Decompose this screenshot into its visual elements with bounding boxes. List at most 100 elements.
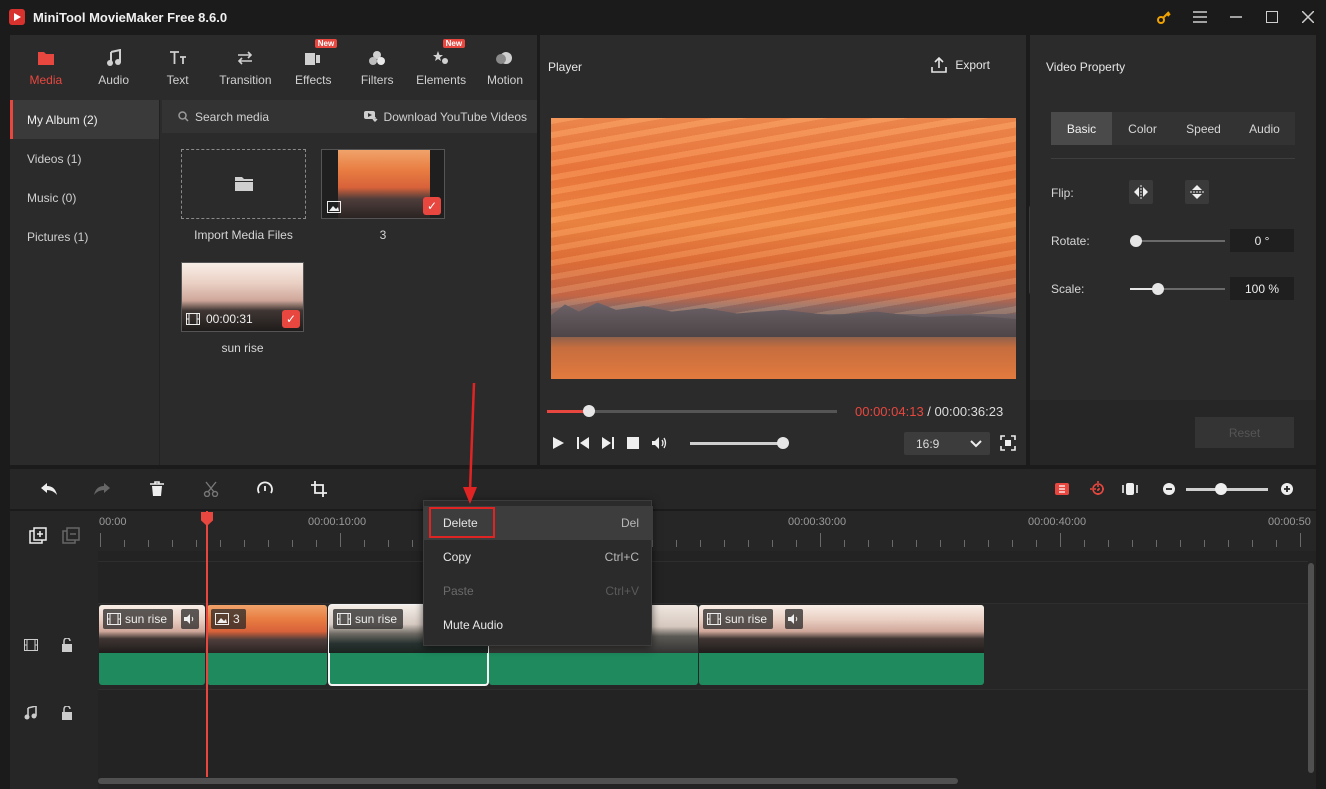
tab-speed[interactable]: Speed (1173, 112, 1234, 145)
ruler-tick (100, 533, 101, 547)
fit-timeline-icon (1122, 483, 1138, 495)
tab-motion[interactable]: Motion (473, 35, 537, 98)
export-icon (931, 57, 948, 73)
import-media-tile[interactable]: Import Media Files (181, 149, 306, 242)
ruler-tick (1276, 540, 1277, 547)
aspect-ratio-select[interactable]: 16:9 (904, 432, 990, 455)
tab-media[interactable]: Media (10, 35, 82, 98)
menu-item-paste[interactable]: Paste Ctrl+V (424, 574, 653, 608)
filters-icon (368, 47, 386, 69)
tab-label: Transition (219, 72, 272, 87)
playback-progress-bar[interactable] (547, 405, 837, 417)
volume-slider[interactable] (690, 442, 782, 445)
zoom-in-button[interactable] (1277, 479, 1297, 499)
tab-color[interactable]: Color (1112, 112, 1173, 145)
menu-item-copy[interactable]: Copy Ctrl+C (424, 540, 653, 574)
reset-button[interactable]: Reset (1195, 417, 1294, 448)
minimize-icon[interactable] (1218, 0, 1254, 34)
tab-audio[interactable]: Audio (1234, 112, 1295, 145)
menu-item-mute-audio[interactable]: Mute Audio (424, 608, 653, 642)
add-track-icon[interactable] (29, 527, 47, 545)
rotate-slider[interactable] (1130, 240, 1225, 242)
snap-button[interactable] (1052, 479, 1072, 499)
menu-item-shortcut: Ctrl+V (605, 584, 639, 598)
flip-vertical-button[interactable] (1185, 180, 1209, 204)
tab-effects[interactable]: Effects New (281, 35, 345, 98)
previous-frame-icon[interactable] (576, 436, 590, 450)
zoom-out-button[interactable] (1159, 479, 1179, 499)
horizontal-scrollbar[interactable] (98, 778, 958, 784)
tab-text[interactable]: Text (146, 35, 210, 98)
tab-basic[interactable]: Basic (1051, 112, 1112, 145)
delete-button[interactable] (147, 479, 167, 499)
fullscreen-icon[interactable] (1000, 435, 1016, 451)
media-item-video[interactable]: 00:00:31 ✓ sun rise (181, 262, 304, 355)
flip-horizontal-button[interactable] (1129, 180, 1153, 204)
app-title: MiniTool MovieMaker Free 8.6.0 (33, 9, 228, 25)
play-icon[interactable] (551, 436, 565, 450)
folder-icon (37, 47, 55, 69)
import-media-label: Import Media Files (194, 228, 293, 242)
timeline-clip[interactable]: 3 (207, 605, 327, 685)
unlock-icon[interactable] (61, 706, 73, 720)
tab-elements[interactable]: Elements New (409, 35, 473, 98)
tab-transition[interactable]: Transition (210, 35, 282, 98)
annotation-arrow-icon (463, 383, 477, 504)
download-youtube-button[interactable]: Download YouTube Videos (363, 110, 527, 124)
clip-audio-badge (785, 609, 803, 629)
folder-icon (234, 177, 253, 191)
split-audio-button[interactable] (1088, 479, 1108, 499)
tab-audio[interactable]: Audio (82, 35, 146, 98)
media-toolbar: Search media Download YouTube Videos (162, 100, 537, 133)
next-frame-icon[interactable] (601, 436, 615, 450)
export-button[interactable]: Export (931, 57, 990, 73)
volume-knob[interactable] (777, 437, 789, 449)
speed-button[interactable] (255, 479, 275, 499)
stop-icon[interactable] (626, 436, 640, 450)
zoom-slider[interactable] (1186, 488, 1268, 491)
album-item-music[interactable]: Music (0) (10, 178, 159, 217)
time-ruler[interactable]: 00:00 00:00:10:00 00:00:30:00 00:00:40:0… (98, 511, 1316, 551)
video-duration: 00:00:31 (206, 312, 253, 326)
rotate-slider-knob[interactable] (1130, 235, 1142, 247)
volume-icon[interactable] (651, 436, 669, 450)
media-thumbnail[interactable]: ✓ (321, 149, 445, 219)
zoom-slider-knob[interactable] (1215, 483, 1227, 495)
key-icon[interactable] (1146, 0, 1182, 34)
rotate-value[interactable]: 0 ° (1230, 229, 1294, 252)
playback-controls (551, 433, 669, 453)
menu-icon[interactable] (1182, 0, 1218, 34)
tab-filters[interactable]: Filters (345, 35, 409, 98)
ruler-tick (1252, 540, 1253, 547)
media-thumbnail[interactable]: 00:00:31 ✓ (181, 262, 304, 332)
crop-button[interactable] (309, 479, 329, 499)
clip-label: sun rise (103, 609, 174, 629)
timeline-clip[interactable]: sun rise (99, 605, 205, 685)
new-badge: New (442, 39, 466, 48)
progress-knob[interactable] (583, 405, 595, 417)
maximize-icon[interactable] (1254, 0, 1290, 34)
close-icon[interactable] (1290, 0, 1326, 34)
scale-slider-knob[interactable] (1152, 283, 1164, 295)
undo-button[interactable] (39, 479, 59, 499)
playhead[interactable] (206, 511, 208, 777)
remove-track-icon[interactable] (62, 527, 80, 545)
timeline-clip[interactable]: sun rise (699, 605, 984, 685)
media-item-picture[interactable]: ✓ 3 (321, 149, 445, 242)
split-button[interactable] (201, 479, 221, 499)
album-item-my-album[interactable]: My Album (2) (10, 100, 159, 139)
scale-value[interactable]: 100 % (1230, 277, 1294, 300)
search-media-button[interactable]: Search media (178, 110, 269, 124)
album-item-videos[interactable]: Videos (1) (10, 139, 159, 178)
unlock-icon[interactable] (61, 638, 73, 652)
music-track (98, 689, 1308, 739)
ruler-tick (220, 540, 221, 547)
film-icon (707, 613, 721, 625)
redo-button[interactable] (92, 479, 112, 499)
fit-button[interactable] (1120, 479, 1140, 499)
import-media-box[interactable] (181, 149, 306, 219)
ruler-tick (940, 540, 941, 547)
vertical-scrollbar[interactable] (1308, 563, 1314, 773)
album-item-pictures[interactable]: Pictures (1) (10, 217, 159, 256)
ruler-tick (316, 540, 317, 547)
